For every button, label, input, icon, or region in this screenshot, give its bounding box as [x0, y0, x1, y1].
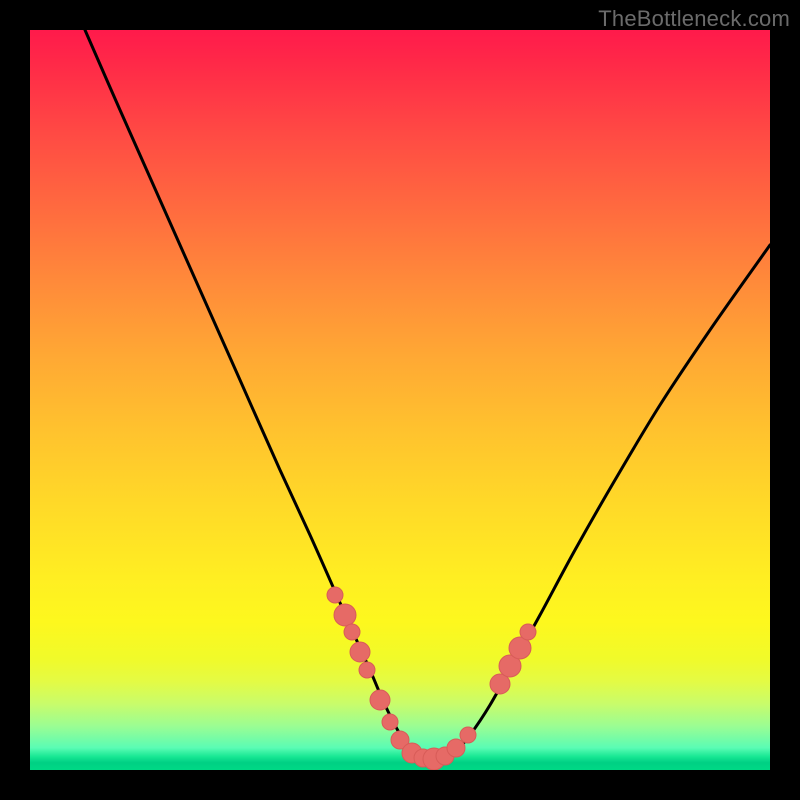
data-marker [460, 727, 476, 743]
curve-layer [85, 30, 770, 761]
data-marker [344, 624, 360, 640]
data-marker [327, 587, 343, 603]
marker-layer [327, 587, 536, 770]
data-marker [350, 642, 370, 662]
data-marker [382, 714, 398, 730]
data-marker [447, 739, 465, 757]
chart-svg [30, 30, 770, 770]
bottleneck-curve [85, 30, 770, 761]
data-marker [520, 624, 536, 640]
data-marker [334, 604, 356, 626]
plot-area [30, 30, 770, 770]
watermark-text: TheBottleneck.com [598, 6, 790, 32]
data-marker [359, 662, 375, 678]
data-marker [370, 690, 390, 710]
outer-frame: TheBottleneck.com [0, 0, 800, 800]
